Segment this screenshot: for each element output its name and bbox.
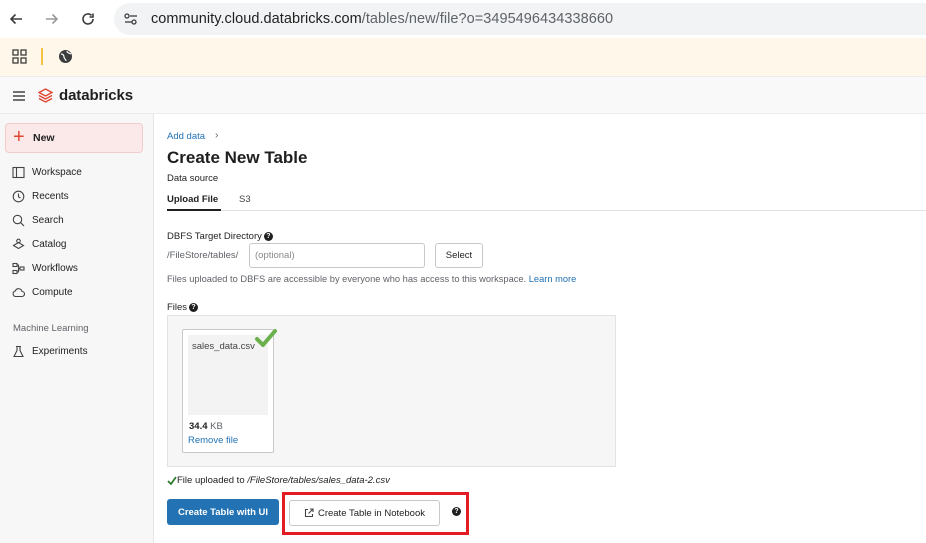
sidebar-item-label: Workflows	[32, 262, 78, 274]
file-size-value: 34.4	[189, 421, 208, 432]
sidebar-item-workflows[interactable]: Workflows	[12, 259, 78, 277]
forward-button[interactable]	[42, 9, 62, 29]
reload-button[interactable]	[78, 9, 98, 29]
plus-icon: +	[13, 126, 25, 148]
app-header: databricks	[0, 76, 926, 114]
checkmark-icon	[255, 329, 277, 347]
workflows-icon	[12, 262, 25, 274]
highlight-box	[282, 492, 469, 535]
files-label-text: Files	[167, 302, 188, 313]
upload-status-prefix: File uploaded to	[177, 475, 245, 486]
help-icon[interactable]: ?	[263, 231, 273, 241]
sidebar-item-search[interactable]: Search	[12, 211, 64, 229]
main-content: Add data › Create New Table Data source …	[155, 114, 926, 543]
remove-file-link[interactable]: Remove file	[188, 435, 238, 446]
files-label: Files?	[167, 302, 199, 313]
site-info-icon[interactable]	[123, 12, 139, 26]
flask-icon	[13, 345, 24, 357]
sidebar-item-experiments[interactable]: Experiments	[12, 342, 88, 360]
sidebar-item-label: Catalog	[32, 238, 67, 250]
arrow-right-icon	[46, 13, 59, 25]
sidebar: + New Workspace Recents Search Catalog W…	[0, 114, 154, 543]
tabs-divider	[167, 210, 926, 211]
address-bar[interactable]: community.cloud.databricks.com/tables/ne…	[114, 3, 926, 35]
clock-icon	[12, 190, 25, 202]
sidebar-item-label: Experiments	[32, 345, 88, 357]
active-tab-indicator	[167, 209, 221, 211]
upload-status-path: /FileStore/tables/sales_data-2.csv	[247, 475, 390, 486]
sidebar-item-catalog[interactable]: Catalog	[12, 235, 66, 253]
upload-status: File uploaded to /FileStore/tables/sales…	[167, 475, 390, 486]
cloud-icon	[12, 287, 25, 297]
sidebar-item-label: Workspace	[32, 166, 82, 178]
sidebar-item-label: Search	[32, 214, 64, 226]
apps-grid-icon[interactable]	[12, 49, 27, 64]
select-button[interactable]: Select	[435, 243, 483, 268]
dbfs-info-message: Files uploaded to DBFS are accessible by…	[167, 274, 527, 284]
arrow-left-icon	[9, 13, 22, 25]
file-size-unit: KB	[210, 421, 223, 432]
bookmark-divider	[41, 48, 43, 65]
back-button[interactable]	[6, 9, 26, 29]
sidebar-item-compute[interactable]: Compute	[12, 283, 73, 301]
tab-upload-file[interactable]: Upload File	[167, 194, 218, 205]
dbfs-info-text: Files uploaded to DBFS are accessible by…	[167, 274, 576, 284]
file-dropzone[interactable]: sales_data.csv 34.4 KB Remove file	[167, 315, 616, 467]
help-icon[interactable]: ?	[189, 302, 199, 312]
file-size: 34.4 KB	[189, 421, 223, 432]
hamburger-menu-icon[interactable]	[12, 90, 26, 102]
new-button[interactable]: + New	[5, 123, 143, 153]
reload-icon	[82, 13, 94, 25]
page-title: Create New Table	[167, 148, 308, 167]
sidebar-section-heading: Machine Learning	[13, 323, 89, 334]
dbfs-directory-label: DBFS Target Directory?	[167, 231, 273, 242]
file-card: sales_data.csv 34.4 KB Remove file	[182, 329, 277, 453]
workspace-icon	[12, 166, 25, 178]
search-icon	[12, 214, 25, 226]
dbfs-label-text: DBFS Target Directory	[167, 231, 262, 242]
sidebar-item-workspace[interactable]: Workspace	[12, 163, 82, 181]
bookmarks-bar	[0, 38, 926, 76]
learn-more-link[interactable]: Learn more	[529, 274, 577, 284]
dbfs-path-input[interactable]	[249, 243, 425, 268]
brand-name[interactable]: databricks	[59, 87, 133, 104]
create-table-with-ui-button[interactable]: Create Table with UI	[167, 499, 279, 525]
catalog-icon	[12, 238, 25, 249]
url-text: community.cloud.databricks.com/tables/ne…	[151, 11, 614, 27]
sidebar-item-label: Compute	[32, 286, 73, 298]
small-checkmark-icon	[167, 476, 177, 486]
data-source-label: Data source	[167, 173, 219, 184]
globe-icon[interactable]	[58, 49, 73, 64]
new-button-label: New	[33, 132, 55, 144]
breadcrumb-separator: ›	[215, 130, 219, 141]
databricks-logo-icon[interactable]	[38, 88, 53, 103]
browser-toolbar: community.cloud.databricks.com/tables/ne…	[0, 0, 926, 38]
breadcrumb-add-data[interactable]: Add data	[167, 131, 205, 142]
sidebar-item-label: Recents	[32, 190, 69, 202]
tab-s3[interactable]: S3	[239, 194, 251, 205]
sidebar-item-recents[interactable]: Recents	[12, 187, 69, 205]
file-name: sales_data.csv	[192, 341, 255, 352]
dbfs-path-prefix: /FileStore/tables/	[167, 250, 239, 261]
